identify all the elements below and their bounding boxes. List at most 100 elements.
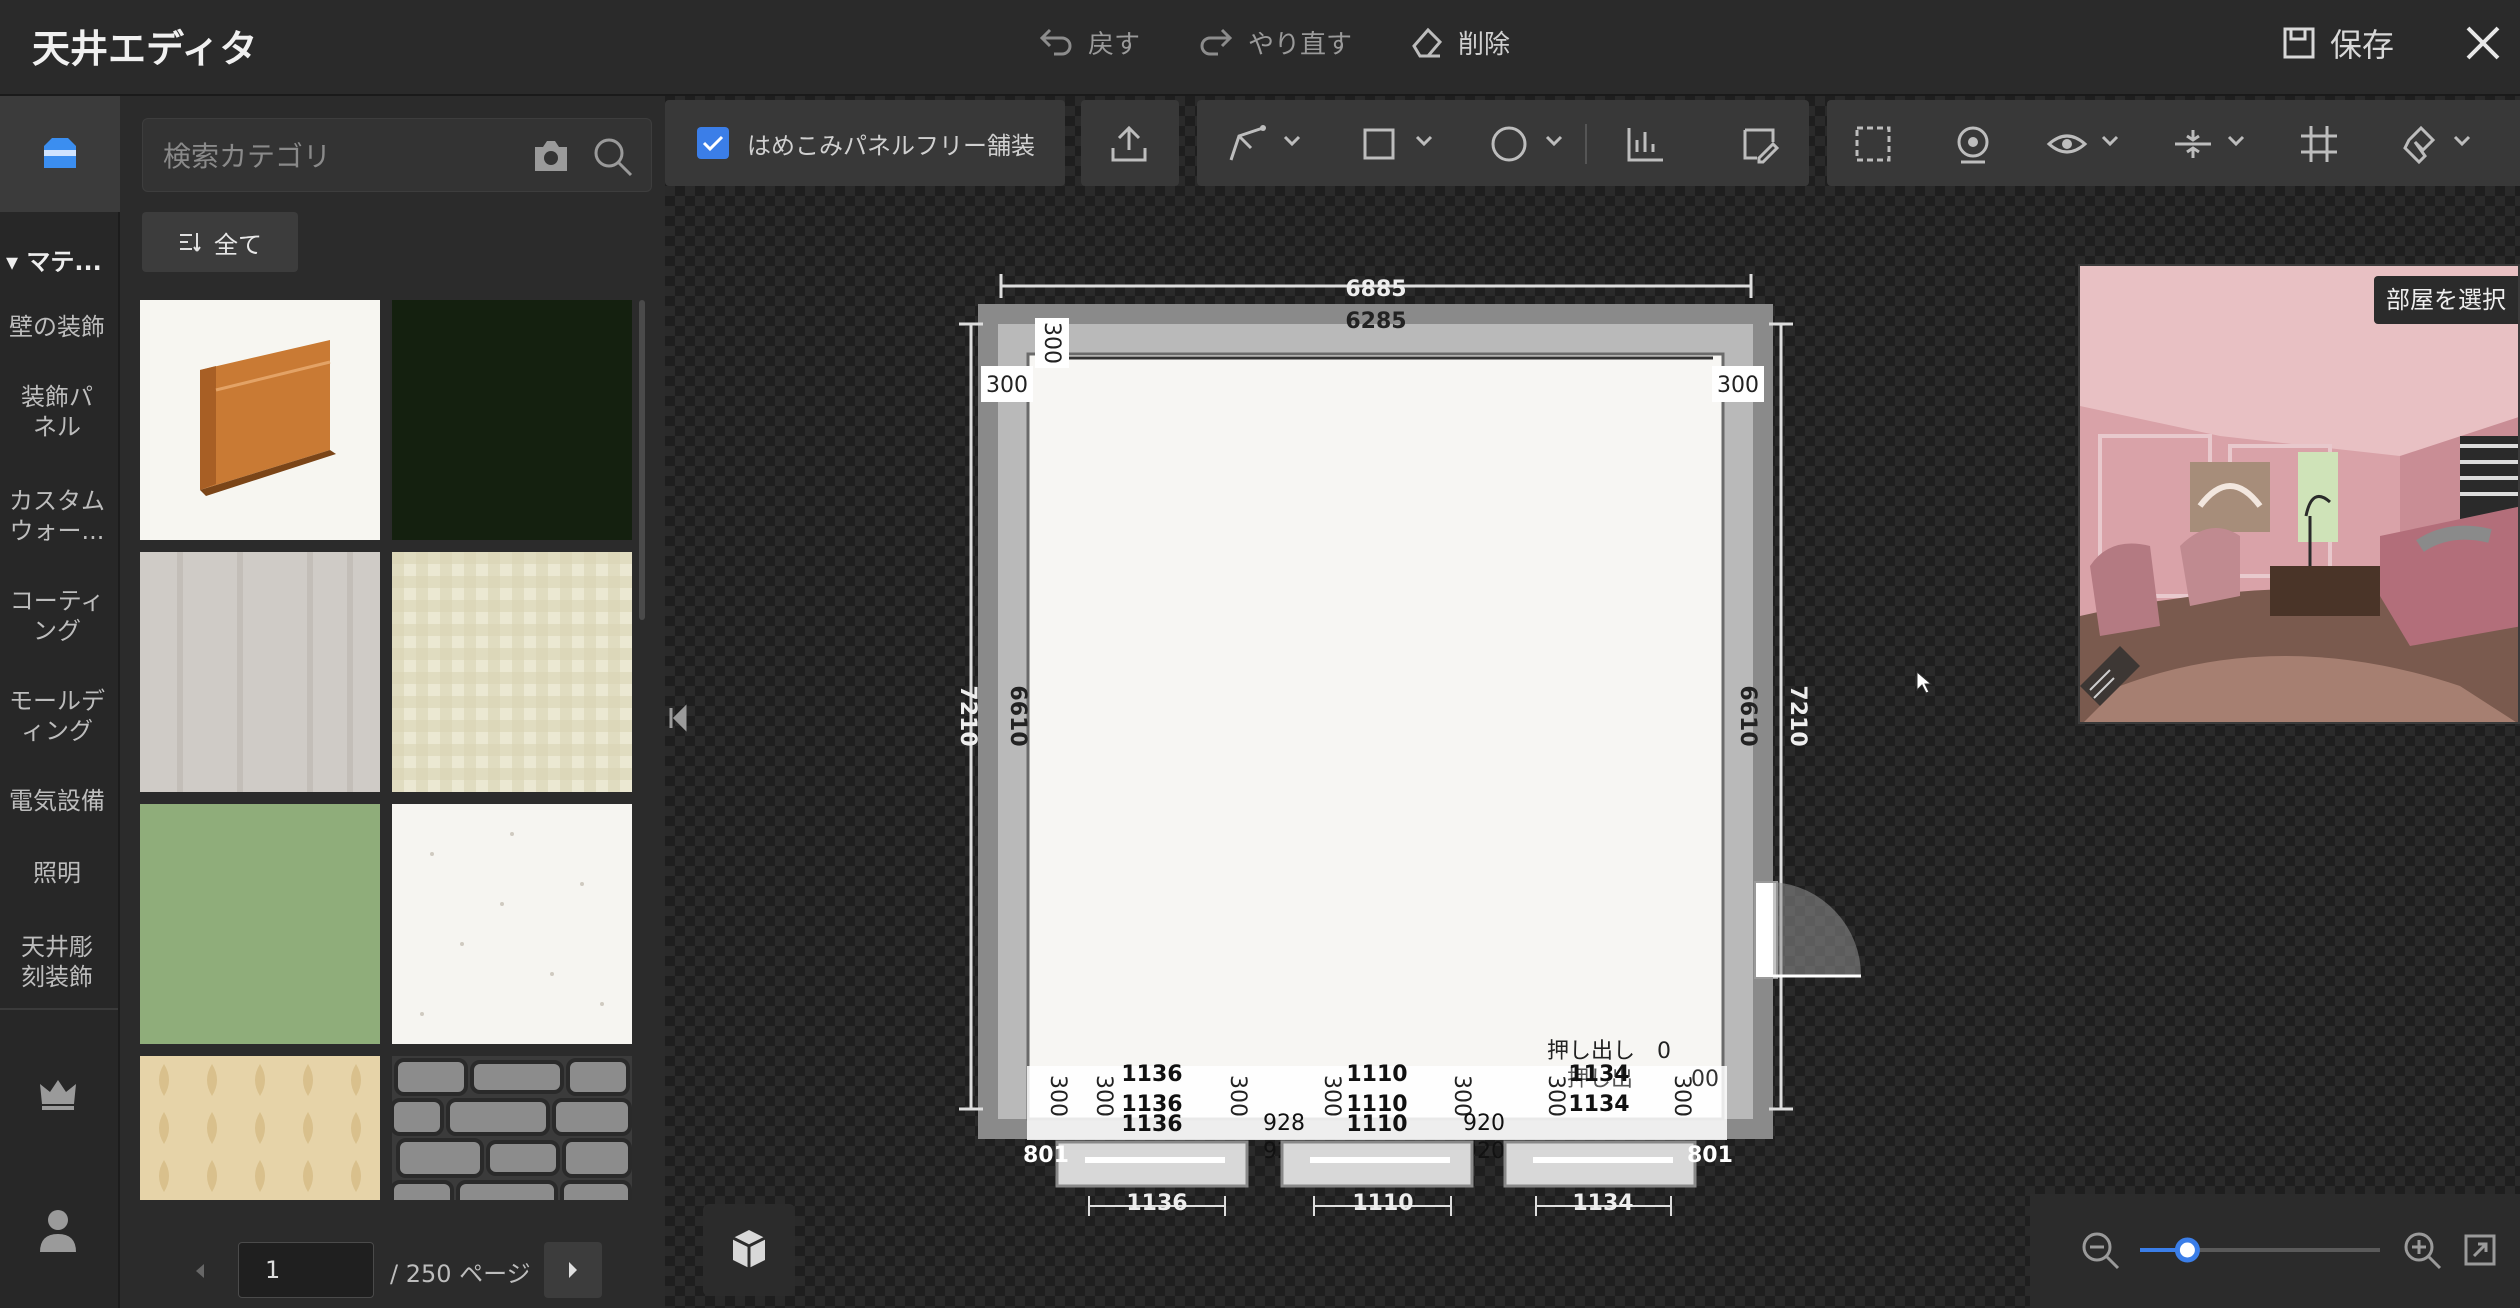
delete-button[interactable]: 削除 xyxy=(1406,22,1510,62)
bottom-300-c: 300 xyxy=(1225,1075,1250,1117)
win1-low-label: 1136 xyxy=(1121,1112,1182,1137)
zoom-slider[interactable] xyxy=(2140,1234,2380,1266)
pen-path-icon[interactable] xyxy=(1225,122,1269,166)
app-title: 天井エディタ xyxy=(32,27,258,71)
rectangle-icon[interactable] xyxy=(1357,122,1401,166)
side-801-left: 801 xyxy=(1023,1143,1069,1168)
zoom-in-icon[interactable] xyxy=(2402,1230,2442,1270)
zoom-out-icon[interactable] xyxy=(2080,1230,2120,1270)
chevron-down-icon[interactable] xyxy=(2453,134,2471,148)
bottom-300-d: 300 xyxy=(1319,1075,1344,1117)
search-input[interactable] xyxy=(161,133,521,179)
paneless-checkbox[interactable] xyxy=(697,127,729,159)
dim-outer-height-right: 7210 xyxy=(1785,685,1810,746)
select-room-button[interactable]: 部屋を選択 xyxy=(2374,276,2518,324)
mouse-cursor xyxy=(1916,670,1933,694)
rail-section-header[interactable]: ▾ マテ... xyxy=(6,242,102,277)
camera-view-icon[interactable] xyxy=(1951,122,1995,166)
rail-item-electrical[interactable]: 電気設備 xyxy=(0,786,114,816)
chevron-down-icon[interactable] xyxy=(2101,134,2119,148)
rail-item-coating[interactable]: コーティング xyxy=(0,586,114,646)
material-tile-white-speckle[interactable] xyxy=(392,804,632,1044)
material-tile-gray-stone[interactable] xyxy=(392,1056,632,1200)
left-rail: ▾ マテ... 壁の装飾 装飾パネル カスタムウォー... コーティング モール… xyxy=(0,96,120,1308)
camera-icon[interactable] xyxy=(531,137,571,175)
redo-button[interactable]: やり直す xyxy=(1196,22,1352,62)
material-tile-sage-green[interactable] xyxy=(140,804,380,1044)
win3-top-label: 1134 xyxy=(1568,1062,1629,1087)
rail-item-custom-wall[interactable]: カスタムウォー... xyxy=(0,486,114,546)
undo-button[interactable]: 戻す xyxy=(1036,22,1140,62)
save-label: 保存 xyxy=(2330,26,2395,64)
rail-item-ceiling-carving[interactable]: 天井彫刻装飾 xyxy=(0,932,114,992)
toolbar-divider xyxy=(1585,124,1587,164)
dim-outer-width: 6885 xyxy=(1345,277,1406,302)
extrude-label: 押し出し xyxy=(1547,1039,1635,1064)
save-button[interactable]: 保存 xyxy=(2282,20,2394,66)
grid-scrollbar[interactable] xyxy=(639,300,645,620)
level-icon[interactable] xyxy=(2171,122,2215,166)
draw-tool-group xyxy=(1197,100,1809,186)
rail-item-decor-panel[interactable]: 装飾パネル xyxy=(0,382,114,442)
material-tile-beige-check[interactable] xyxy=(392,552,632,792)
search-icon[interactable] xyxy=(591,135,633,177)
chevron-down-icon[interactable] xyxy=(1545,134,1563,148)
prev-page-icon[interactable] xyxy=(180,1248,220,1294)
material-tile-light-gray[interactable] xyxy=(140,552,380,792)
offset-left-label: 300 xyxy=(986,373,1028,398)
win3-mid-label: 1134 xyxy=(1568,1092,1629,1117)
paneless-paving-toggle[interactable]: はめこみパネルフリー舗装 xyxy=(665,100,1065,186)
close-icon[interactable] xyxy=(2458,18,2508,68)
crown-icon[interactable] xyxy=(36,1072,80,1116)
material-tile-dark-green[interactable] xyxy=(392,300,632,540)
chevron-down-icon[interactable] xyxy=(2227,134,2245,148)
fit-view-icon[interactable] xyxy=(2462,1232,2498,1268)
dim-inner-height-right: 6610 xyxy=(1735,685,1760,746)
page-number-input[interactable] xyxy=(238,1242,374,1298)
zoom-controls xyxy=(2030,1194,2520,1308)
rail-material-tab[interactable] xyxy=(0,96,120,212)
page-total: / 250 ページ xyxy=(390,1260,531,1288)
upload-tool-group xyxy=(1081,100,1179,186)
material-tile-beige-damask[interactable] xyxy=(140,1056,380,1200)
bottom-300-b: 300 xyxy=(1091,1075,1116,1117)
magnet-icon[interactable] xyxy=(2399,122,2443,166)
material-tile-wood-baseboard[interactable] xyxy=(140,300,380,540)
material-grid xyxy=(140,300,645,1200)
cube-icon xyxy=(732,1230,766,1268)
next-page-button[interactable] xyxy=(544,1242,602,1298)
view-3d-button[interactable] xyxy=(703,1204,795,1296)
collapse-panel-icon[interactable] xyxy=(665,696,695,740)
win2-top-label: 1110 xyxy=(1346,1062,1407,1087)
filter-all-button[interactable]: 全て xyxy=(142,212,298,272)
material-icon xyxy=(44,138,76,168)
edit-shape-icon[interactable] xyxy=(1737,122,1781,166)
win2-low-label: 1110 xyxy=(1346,1112,1407,1137)
extrude-value: 0 xyxy=(1657,1039,1671,1064)
eye-icon[interactable] xyxy=(2045,122,2089,166)
redo-label: やり直す xyxy=(1248,29,1353,60)
room-render-image xyxy=(2080,266,2518,722)
bottom-300-a: 300 xyxy=(1045,1075,1070,1117)
select-area-icon[interactable] xyxy=(1851,122,1895,166)
dim-inner-height-left: 6610 xyxy=(1005,685,1030,746)
upload-icon[interactable] xyxy=(1107,122,1151,166)
chevron-down-icon[interactable] xyxy=(1415,134,1433,148)
dim-outer-height-left: 7210 xyxy=(955,685,980,746)
top-bar: 天井エディタ 戻す やり直す 削除 保存 xyxy=(0,0,2520,96)
rail-item-lighting[interactable]: 照明 xyxy=(0,858,114,888)
rail-item-wall-decor[interactable]: 壁の装飾 xyxy=(0,312,114,342)
plan-canvas[interactable]: 6885 6285 7210 6610 7210 6610 300 300 30… xyxy=(665,96,2520,1308)
undo-label: 戻す xyxy=(1088,29,1141,60)
room-3d-preview[interactable]: 部屋を選択 xyxy=(2078,264,2520,724)
circle-icon[interactable] xyxy=(1487,122,1531,166)
grid-icon[interactable] xyxy=(2297,122,2341,166)
paneless-label: はめこみパネルフリー舗装 xyxy=(747,131,1035,160)
rail-divider xyxy=(0,1008,118,1010)
dim-inner-width: 6285 xyxy=(1345,309,1406,334)
chevron-down-icon[interactable] xyxy=(1283,134,1301,148)
check-icon xyxy=(702,135,724,152)
rail-item-molding[interactable]: モールディング xyxy=(0,686,114,746)
align-icon[interactable] xyxy=(1623,122,1667,166)
user-icon[interactable] xyxy=(36,1206,80,1256)
